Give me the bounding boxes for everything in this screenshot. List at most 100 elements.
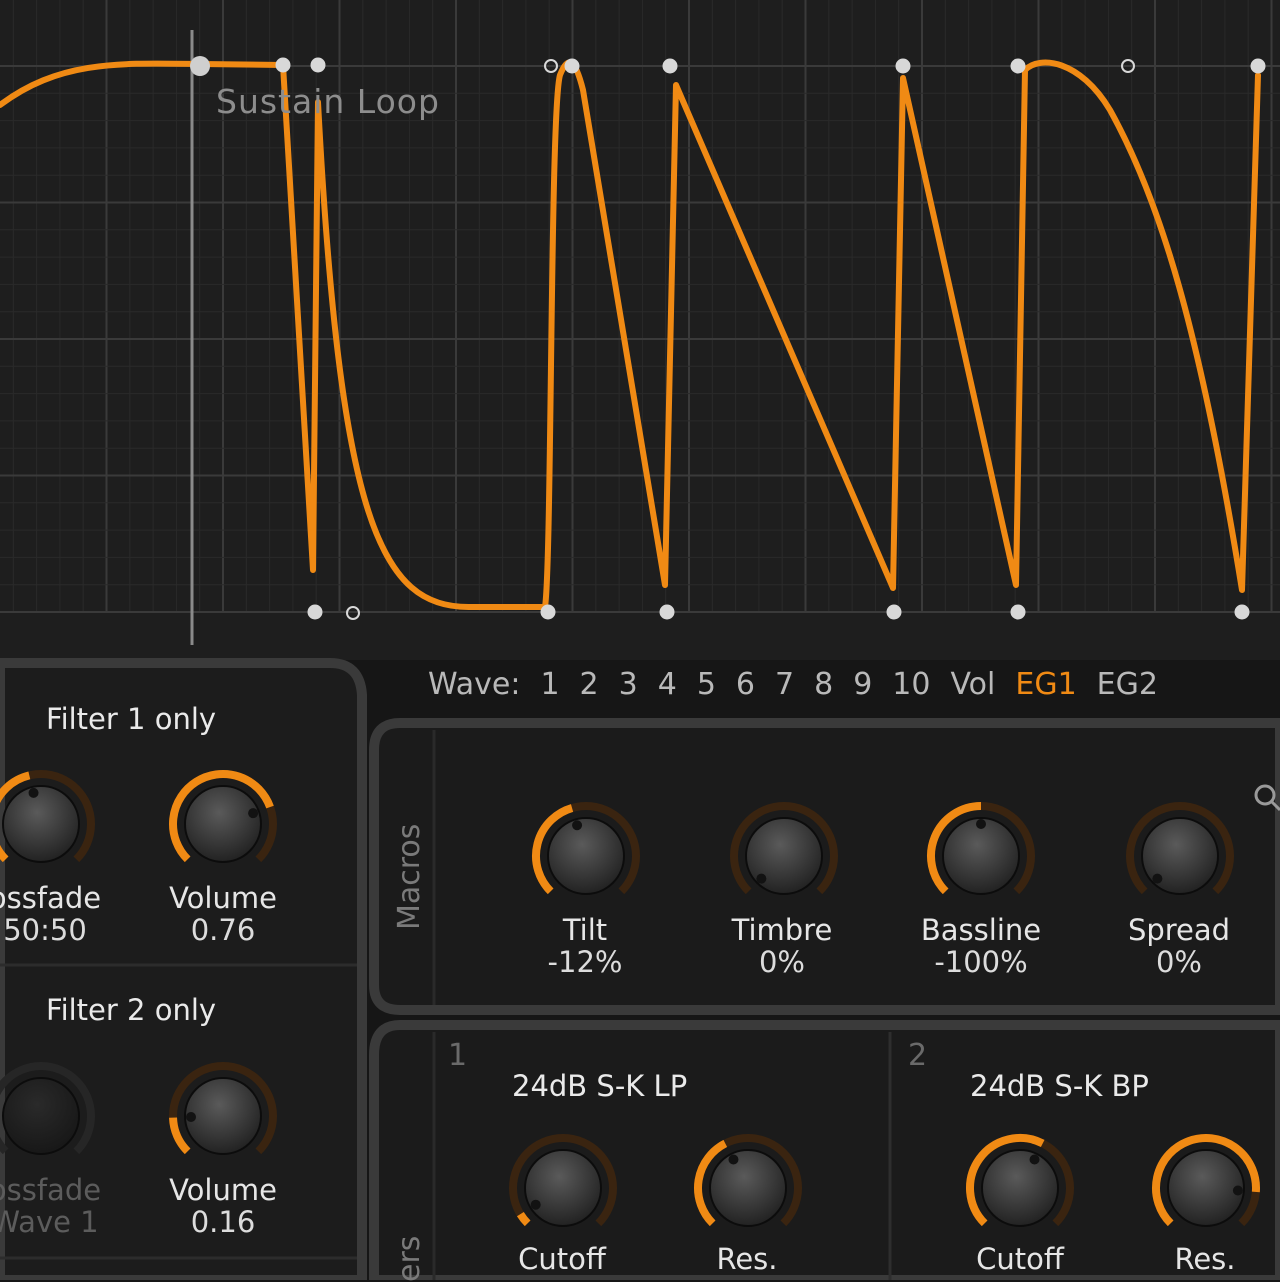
knob-pointer [186, 1112, 197, 1123]
envelope-node[interactable] [310, 57, 326, 73]
filter2-cutoff-label: Cutoff [976, 1242, 1064, 1276]
knob-body [942, 817, 1020, 895]
knob-pointer [728, 1154, 739, 1165]
envelope-node[interactable] [886, 604, 902, 620]
knob-body [709, 1149, 787, 1227]
envelope-node[interactable] [1250, 58, 1266, 74]
crossfade-value-1: 50:50 [3, 913, 87, 947]
envelope-editor[interactable]: Sustain Loop [0, 0, 1280, 660]
filter2-res-knob[interactable] [1150, 1132, 1262, 1244]
crossfade-name-1: ossfade [0, 881, 102, 915]
spread-name: Spread [1127, 913, 1231, 947]
volume-name-2: Volume [169, 1173, 277, 1207]
tab-wave-10[interactable]: 10 [892, 667, 930, 702]
tab-wave-2[interactable]: 2 [580, 667, 599, 702]
tab-wave-9[interactable]: 9 [853, 667, 872, 702]
knob-pointer [248, 808, 259, 819]
volume-name-1: Volume [169, 881, 277, 915]
spread-value: 0% [1155, 945, 1202, 979]
knob-pointer [1232, 1185, 1243, 1196]
volume-value-1: 0.76 [190, 913, 256, 947]
filter2-type[interactable]: 24dB S-K BP [970, 1069, 1149, 1103]
knob-value-arc [516, 1211, 531, 1227]
filter1-res-knob[interactable] [692, 1132, 804, 1244]
macros-title: Macros [392, 823, 427, 930]
envelope-graph[interactable] [0, 0, 1280, 660]
envelope-node[interactable] [564, 58, 580, 74]
tab-wave-1[interactable]: 1 [540, 667, 559, 702]
filter1-type[interactable]: 24dB S-K LP [512, 1069, 687, 1103]
envelope-node[interactable] [1234, 604, 1250, 620]
tab-wave-8[interactable]: 8 [814, 667, 833, 702]
volume-knob-2[interactable] [167, 1060, 279, 1172]
search-icon[interactable] [1252, 782, 1280, 814]
tab-eg1[interactable]: EG1 [1015, 667, 1076, 702]
tab-wave-4[interactable]: 4 [658, 667, 677, 702]
volume-knob-1[interactable] [167, 768, 279, 880]
bassline-label: Bassline -100% [906, 914, 1056, 978]
timbre-label: Timbre 0% [707, 914, 857, 978]
timbre-name: Timbre [731, 913, 833, 947]
envelope-node[interactable] [275, 57, 291, 73]
volume-label-1: Volume 0.76 [148, 882, 298, 946]
knob-pointer [976, 819, 986, 829]
knob-pointer [530, 1199, 541, 1210]
spread-label: Spread 0% [1104, 914, 1254, 978]
filter1-cutoff-knob[interactable] [507, 1132, 619, 1244]
tilt-value: -12% [547, 945, 623, 979]
sustain-node[interactable] [190, 56, 210, 76]
tilt-name: Tilt [562, 913, 608, 947]
bassline-knob[interactable] [925, 800, 1037, 912]
knob-body [2, 785, 80, 863]
bassline-name: Bassline [920, 913, 1042, 947]
tilt-knob[interactable] [530, 800, 642, 912]
timbre-knob[interactable] [728, 800, 840, 912]
envelope-node[interactable] [1010, 604, 1026, 620]
filters-title: ers [392, 1235, 427, 1282]
envelope-node[interactable] [895, 58, 911, 74]
knob-pointer [572, 820, 583, 831]
envelope-node[interactable] [662, 58, 678, 74]
wave-tab-bar: Wave: 1 2 3 4 5 6 7 8 9 10 Vol EG1 EG2 [428, 664, 1178, 704]
knob-body [547, 817, 625, 895]
knob-pointer [28, 787, 39, 798]
filter1-number: 1 [448, 1038, 468, 1073]
knob-body [1141, 817, 1219, 895]
sustain-loop-label: Sustain Loop [216, 82, 440, 121]
crossfade-knob-1[interactable] [0, 768, 97, 880]
tab-wave-7[interactable]: 7 [775, 667, 794, 702]
knob-body [184, 785, 262, 863]
knob-pointer [1152, 873, 1163, 884]
tab-wave-6[interactable]: 6 [736, 667, 755, 702]
filters-panel-frame [369, 1020, 1280, 1280]
bassline-value: -100% [934, 945, 1028, 979]
crossfade-name-2: ossfade [0, 1173, 102, 1207]
wave-tabs-prefix: Wave: [428, 666, 521, 702]
knob-body [1167, 1149, 1245, 1227]
knob-body [524, 1149, 602, 1227]
timbre-value: 0% [758, 945, 805, 979]
crossfade-label-1: ossfade 50:50 [0, 882, 120, 946]
filter1-cutoff-label: Cutoff [518, 1242, 606, 1276]
volume-label-2: Volume 0.16 [148, 1174, 298, 1238]
tab-wave-5[interactable]: 5 [697, 667, 716, 702]
crossfade-label-2: ossfade Wave 1 [0, 1174, 120, 1238]
filter2-cutoff-knob[interactable] [964, 1132, 1076, 1244]
knob-body [745, 817, 823, 895]
envelope-node[interactable] [1010, 58, 1026, 74]
crossfade-value-2: Wave 1 [0, 1205, 99, 1239]
spread-knob[interactable] [1124, 800, 1236, 912]
knob-pointer [756, 873, 767, 884]
knob-body [2, 1077, 80, 1155]
filter2-res-label: Res. [1174, 1242, 1236, 1276]
tab-eg2[interactable]: EG2 [1097, 667, 1158, 702]
filter2-number: 2 [908, 1038, 928, 1073]
tab-vol[interactable]: Vol [950, 667, 995, 702]
envelope-node[interactable] [307, 604, 323, 620]
tab-wave-3[interactable]: 3 [619, 667, 638, 702]
envelope-node[interactable] [659, 604, 675, 620]
crossfade-knob-2[interactable] [0, 1060, 97, 1172]
filter1-only-title: Filter 1 only [46, 702, 217, 736]
filter1-res-label: Res. [716, 1242, 778, 1276]
envelope-node[interactable] [540, 604, 556, 620]
